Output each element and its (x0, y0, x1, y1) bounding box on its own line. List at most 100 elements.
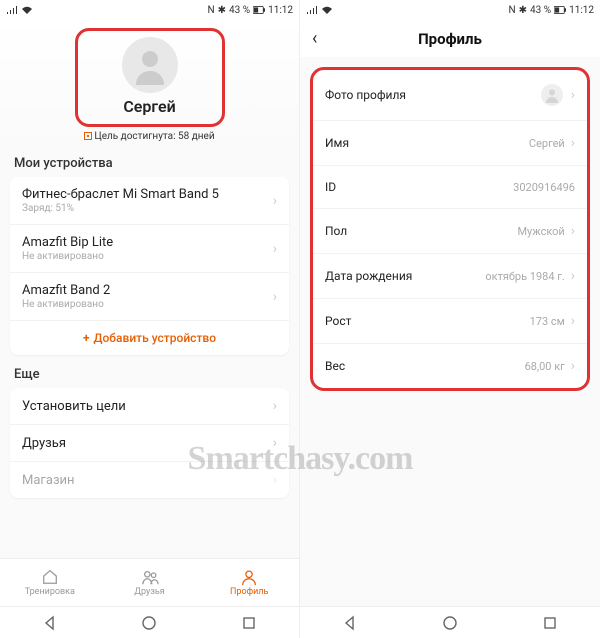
bluetooth-indicator: ✱ (519, 5, 527, 16)
phone-right: N ✱ 43 % 11:12 ‹ Профиль Фото профиля › … (300, 0, 600, 638)
section-more-title: Еще (0, 355, 299, 388)
person-icon (130, 45, 170, 85)
avatar-thumbnail (541, 84, 563, 106)
device-row[interactable]: Фитнес-браслет Mi Smart Band 5 Заряд: 51… (10, 177, 289, 225)
chevron-right-icon: › (267, 193, 277, 209)
signal-icon (6, 5, 18, 15)
nav-home-icon[interactable] (141, 615, 157, 631)
goal-text: Цель достигнута: 58 дней (94, 131, 214, 142)
more-label: Магазин (22, 473, 75, 488)
battery-percent: 43 % (530, 5, 551, 16)
tab-workout[interactable]: Тренировка (0, 559, 100, 606)
tab-profile[interactable]: Профиль (199, 559, 299, 606)
devices-card: Фитнес-браслет Mi Smart Band 5 Заряд: 51… (10, 177, 289, 355)
battery-icon (554, 5, 566, 15)
nav-recent-icon[interactable] (241, 615, 257, 631)
goal-row[interactable]: Цель достигнута: 58 дней (0, 131, 299, 142)
username-label: Сергей (88, 97, 212, 116)
chevron-right-icon: › (565, 135, 575, 151)
more-row-friends[interactable]: Друзья › (10, 425, 289, 462)
row-id: ID 3020916496 (313, 166, 587, 209)
profile-settings-highlight-box: Фото профиля › Имя Сергей› ID 3020916496… (310, 67, 590, 391)
tab-bar: Тренировка Друзья Профиль (0, 558, 299, 606)
profile-icon (240, 568, 258, 586)
chevron-right-icon: › (565, 223, 575, 239)
phone-left: N ✱ 43 % 11:12 Сергей Цель достигнута: 5… (0, 0, 300, 638)
nfc-indicator: N (509, 5, 516, 16)
chevron-right-icon: › (565, 268, 575, 284)
device-row[interactable]: Amazfit Bip Lite Не активировано › (10, 225, 289, 273)
signal-icon (306, 5, 318, 15)
wifi-icon (321, 5, 333, 15)
row-name[interactable]: Имя Сергей› (313, 121, 587, 166)
more-label: Друзья (22, 436, 66, 451)
more-row-cut[interactable]: Магазин › (10, 462, 289, 498)
row-photo[interactable]: Фото профиля › (313, 70, 587, 121)
nav-back-icon[interactable] (42, 615, 58, 631)
title-bar: ‹ Профиль (300, 20, 600, 57)
nav-recent-icon[interactable] (542, 615, 558, 631)
row-label: Фото профиля (325, 88, 406, 102)
row-label: ID (325, 180, 336, 194)
nav-back-icon[interactable] (342, 615, 358, 631)
chevron-right-icon: › (267, 289, 277, 305)
plus-icon: + (83, 331, 90, 345)
goal-icon (84, 132, 92, 140)
section-devices-title: Мои устройства (0, 144, 299, 177)
chevron-right-icon: › (565, 313, 575, 329)
row-gender[interactable]: Пол Мужской› (313, 209, 587, 254)
chevron-right-icon: › (267, 435, 277, 451)
nfc-indicator: N (208, 5, 215, 16)
row-value: 3020916496 (513, 181, 575, 194)
tab-label: Тренировка (25, 587, 75, 597)
device-name: Amazfit Band 2 (22, 283, 267, 298)
row-value: Мужской (517, 225, 564, 238)
row-label: Пол (325, 224, 347, 238)
more-row-goals[interactable]: Установить цели › (10, 388, 289, 425)
nav-home-icon[interactable] (442, 615, 458, 631)
clock: 11:12 (268, 5, 293, 16)
row-value: 68,00 кг (525, 360, 565, 373)
page-title: Профиль (312, 30, 588, 48)
status-bar: N ✱ 43 % 11:12 (0, 0, 299, 20)
device-name: Amazfit Bip Lite (22, 235, 267, 250)
battery-percent: 43 % (229, 5, 250, 16)
tab-friends[interactable]: Друзья (100, 559, 200, 606)
add-device-button[interactable]: + Добавить устройство (10, 321, 289, 355)
row-weight[interactable]: Вес 68,00 кг› (313, 344, 587, 388)
row-value: Сергей (529, 137, 565, 150)
row-value: 173 см (530, 315, 565, 328)
chevron-right-icon: › (565, 358, 575, 374)
add-device-label: Добавить устройство (94, 331, 217, 345)
status-bar: N ✱ 43 % 11:12 (300, 0, 600, 20)
row-label: Дата рождения (325, 269, 412, 283)
row-height[interactable]: Рост 173 см› (313, 299, 587, 344)
chevron-right-icon: › (267, 241, 277, 257)
device-row[interactable]: Amazfit Band 2 Не активировано › (10, 273, 289, 321)
android-navbar (300, 606, 600, 638)
device-sub: Не активировано (22, 251, 267, 262)
profile-header: Сергей Цель достигнута: 58 дней (0, 20, 299, 144)
more-card: Установить цели › Друзья › Магазин › (10, 388, 289, 498)
tab-label: Друзья (134, 587, 164, 597)
friends-icon (141, 568, 159, 586)
person-icon (544, 87, 560, 103)
row-label: Вес (325, 359, 345, 373)
home-icon (41, 568, 59, 586)
more-label: Установить цели (22, 399, 126, 414)
row-value: октябрь 1984 г. (485, 270, 564, 283)
device-sub: Не активировано (22, 299, 267, 310)
chevron-right-icon: › (267, 472, 277, 488)
profile-highlight-box: Сергей (75, 28, 225, 127)
row-label: Рост (325, 314, 351, 328)
chevron-right-icon: › (267, 398, 277, 414)
bluetooth-indicator: ✱ (218, 5, 226, 16)
battery-icon (253, 5, 265, 15)
clock: 11:12 (569, 5, 594, 16)
avatar[interactable] (122, 37, 178, 93)
device-name: Фитнес-браслет Mi Smart Band 5 (22, 187, 267, 202)
row-dob[interactable]: Дата рождения октябрь 1984 г.› (313, 254, 587, 299)
android-navbar (0, 606, 299, 638)
chevron-right-icon: › (565, 87, 575, 103)
wifi-icon (21, 5, 33, 15)
